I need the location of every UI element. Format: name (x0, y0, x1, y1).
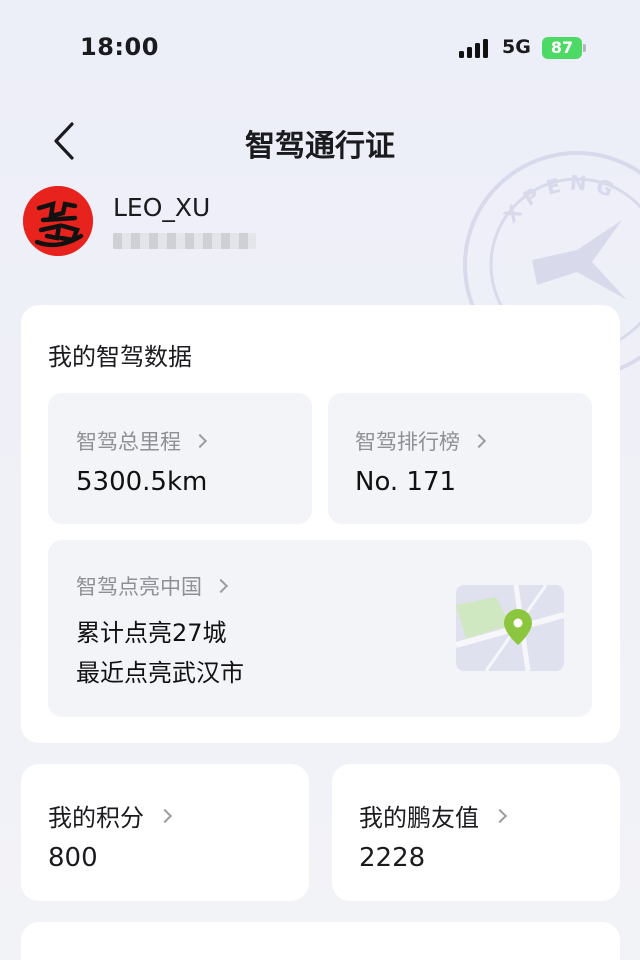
status-time: 18:00 (80, 33, 159, 61)
mileage-label: 智驾总里程 (76, 430, 181, 454)
section-title: 我的智驾数据 (48, 343, 192, 371)
battery-icon: 87 (542, 37, 582, 59)
mileage-value: 5300.5km (76, 467, 208, 497)
chevron-right-icon (157, 808, 173, 823)
friend-value: 2228 (359, 843, 426, 873)
cities-lit-count: 累计点亮27城 (76, 619, 227, 647)
avatar[interactable] (23, 186, 93, 256)
username: LEO_XU (113, 193, 211, 222)
chevron-right-icon (492, 808, 508, 823)
ranking-value: No. 171 (355, 467, 457, 497)
chevron-right-icon (192, 433, 208, 449)
points-card[interactable]: 我的积分 800 (21, 764, 309, 901)
points-value: 800 (48, 843, 98, 873)
chevron-right-icon (213, 578, 229, 594)
chevron-right-icon (471, 433, 487, 449)
ranking-label: 智驾排行榜 (355, 430, 460, 454)
points-label: 我的积分 (48, 804, 144, 832)
calligraphy-avatar-image (23, 186, 93, 256)
user-id-redacted (113, 233, 256, 249)
stamp-text: XPENG (499, 170, 617, 227)
bottom-card[interactable] (21, 922, 620, 960)
battery-level: 87 (550, 38, 574, 57)
mileage-tile[interactable]: 智驾总里程 5300.5km (48, 393, 312, 524)
network-type: 5G (502, 36, 531, 58)
cellular-signal-icon (459, 38, 493, 58)
svg-text:XPENG: XPENG (499, 170, 625, 227)
light-up-china-label: 智驾点亮中国 (76, 575, 202, 599)
battery-cap (583, 44, 586, 52)
map-thumbnail (456, 585, 564, 671)
friend-value-label: 我的鹏友值 (359, 804, 479, 832)
friend-value-card[interactable]: 我的鹏友值 2228 (332, 764, 620, 901)
ranking-tile[interactable]: 智驾排行榜 No. 171 (328, 393, 592, 524)
status-bar: 18:00 5G 87 (0, 0, 640, 90)
recent-city: 最近点亮武汉市 (76, 659, 244, 687)
